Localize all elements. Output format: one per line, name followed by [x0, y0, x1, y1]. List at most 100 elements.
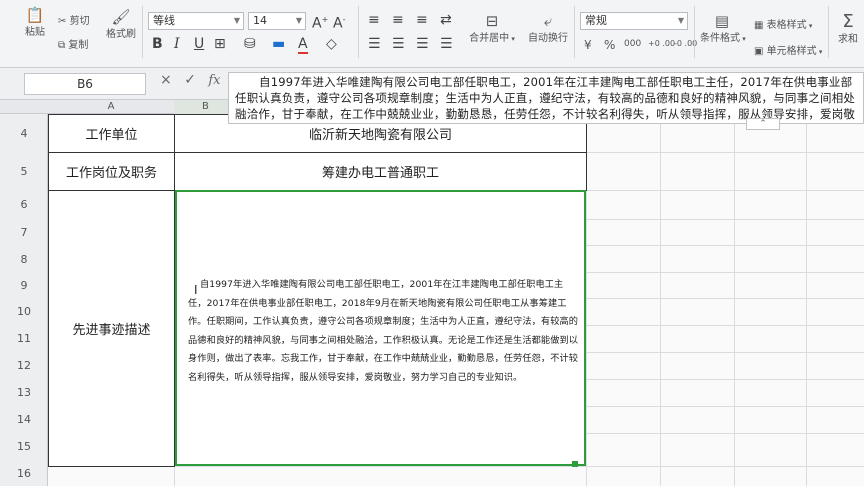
table-style-icon: ▦: [754, 20, 764, 31]
paste-icon: 📋: [25, 6, 45, 24]
scissors-icon: ✂: [58, 16, 67, 27]
paste-button[interactable]: 📋 粘贴: [22, 6, 48, 39]
column-header-b[interactable]: B: [174, 100, 234, 114]
row-header-7[interactable]: 7: [0, 226, 48, 239]
text-direction-icon: ⇄: [440, 12, 452, 28]
divider: [358, 6, 359, 58]
cell-a5[interactable]: 工作岗位及职务: [48, 152, 175, 191]
paint-bucket-icon: ⛁: [244, 36, 256, 52]
align-right-icon: ☰: [416, 36, 429, 52]
merge-center-button[interactable]: ⊟ 合并居中 ▾: [466, 12, 518, 45]
align-top-icon: ≡: [368, 12, 380, 28]
gridline: [660, 114, 661, 486]
conditional-format-icon: ▤: [714, 12, 730, 30]
justify-icon: ☰: [440, 36, 453, 52]
align-middle-button[interactable]: ≡: [392, 12, 404, 28]
font-shrink-button[interactable]: A-: [333, 12, 345, 32]
align-top-button[interactable]: ≡: [368, 12, 380, 28]
row-header-4[interactable]: 4: [0, 127, 48, 140]
align-center-button[interactable]: ☰: [392, 36, 405, 52]
fill-color-button[interactable]: ⛁: [244, 36, 256, 52]
align-right-button[interactable]: ☰: [416, 36, 429, 52]
divider: [828, 6, 829, 58]
row-header-9[interactable]: 9: [0, 279, 48, 292]
divider: [142, 6, 143, 58]
formula-buttons: × ✓ fx: [160, 72, 221, 88]
copy-icon: ⧉: [58, 40, 66, 51]
number-format-select[interactable]: 常规 ▼: [580, 12, 688, 30]
format-painter-button[interactable]: 🖌 格式刷: [104, 8, 138, 41]
confirm-icon[interactable]: ✓: [184, 72, 196, 88]
row-header-5[interactable]: 5: [0, 165, 48, 178]
name-box[interactable]: B6: [24, 73, 146, 95]
row-header-13[interactable]: 13: [0, 386, 48, 399]
align-bottom-icon: ≡: [416, 12, 428, 28]
cell-style-button[interactable]: ▣ 单元格样式 ▾: [754, 42, 822, 57]
font-name-select[interactable]: 等线 ▼: [148, 12, 244, 30]
italic-button[interactable]: I: [174, 36, 180, 52]
chevron-down-icon: ▼: [295, 16, 302, 25]
currency-button[interactable]: ¥: [584, 38, 592, 52]
row-header-10[interactable]: 10: [0, 305, 48, 318]
border-icon: ⊞: [214, 36, 226, 52]
underline-button[interactable]: U: [194, 36, 204, 52]
column-header-a[interactable]: A: [48, 100, 174, 114]
ribbon-toolbar: 📋 粘贴 ✂ 剪切 ⧉ 复制 🖌 格式刷 等线 ▼ 14 ▼ A+ A- B I U…: [0, 0, 864, 68]
text-cursor-icon: I: [194, 283, 198, 297]
cell-style-icon: ▣: [754, 46, 764, 57]
bold-button[interactable]: B: [152, 36, 163, 52]
copy-button[interactable]: ⧉ 复制: [58, 36, 88, 51]
chevron-up-icon: ⌃: [759, 119, 767, 129]
cell-b6-content: 自1997年进入华唯建陶有限公司电工部任职电工，2001年在江丰建陶电工部任职电…: [188, 279, 579, 383]
chevron-down-icon: ▼: [233, 16, 240, 25]
border-button[interactable]: ⊞: [214, 36, 226, 52]
cell-b5[interactable]: 筹建办电工普通职工: [174, 152, 587, 191]
conditional-format-button[interactable]: ▤ 条件格式 ▾: [700, 12, 746, 45]
row-header-16[interactable]: 16: [0, 467, 48, 480]
table-style-button[interactable]: ▦ 表格样式 ▾: [754, 16, 812, 31]
sum-button[interactable]: Σ 求和: [834, 11, 862, 46]
fill-handle[interactable]: [572, 461, 578, 467]
fill-color-swatch[interactable]: ▬: [272, 36, 285, 52]
sigma-icon: Σ: [842, 11, 854, 32]
justify-button[interactable]: ☰: [440, 36, 453, 52]
row-header-11[interactable]: 11: [0, 332, 48, 345]
font-color-icon: A: [298, 36, 308, 54]
text-direction-button[interactable]: ⇄: [440, 12, 452, 28]
font-size-select[interactable]: 14 ▼: [248, 12, 306, 30]
eraser-icon: ◇: [326, 36, 337, 52]
align-center-icon: ☰: [392, 36, 405, 52]
align-left-icon: ☰: [368, 36, 381, 52]
align-middle-icon: ≡: [392, 12, 404, 28]
font-grow-button[interactable]: A+: [312, 12, 328, 32]
paste-label: 粘贴: [25, 27, 45, 38]
cell-a6[interactable]: 先进事迹描述: [48, 190, 175, 467]
gridline: [734, 114, 735, 486]
expand-formula-button[interactable]: ⌃: [746, 118, 780, 130]
wrap-text-icon: ⤶: [543, 12, 553, 30]
cell-a4[interactable]: 工作单位: [48, 114, 175, 153]
align-bottom-button[interactable]: ≡: [416, 12, 428, 28]
divider: [694, 6, 695, 58]
gridline: [806, 114, 807, 486]
row-header-12[interactable]: 12: [0, 359, 48, 372]
font-color-button[interactable]: A: [298, 36, 308, 54]
increase-decimal-button[interactable]: +0 .00: [648, 39, 675, 48]
merge-cells-icon: ⊟: [485, 12, 499, 30]
percent-button[interactable]: %: [604, 38, 615, 52]
fx-icon[interactable]: fx: [208, 73, 220, 88]
row-header-6[interactable]: 6: [0, 198, 48, 211]
thousands-button[interactable]: 000: [624, 39, 641, 49]
divider: [574, 6, 575, 58]
brush-icon: 🖌: [111, 8, 131, 26]
wrap-text-button[interactable]: ⤶ 自动换行: [524, 12, 572, 45]
row-header-15[interactable]: 15: [0, 440, 48, 453]
cancel-icon[interactable]: ×: [160, 72, 172, 88]
cut-button[interactable]: ✂ 剪切: [58, 12, 90, 27]
formula-input[interactable]: 自1997年进入华唯建陶有限公司电工部任职电工，2001年在江丰建陶电工部任职电…: [228, 72, 864, 124]
row-header-8[interactable]: 8: [0, 253, 48, 266]
chevron-down-icon: ▼: [677, 16, 684, 25]
align-left-button[interactable]: ☰: [368, 36, 381, 52]
row-header-14[interactable]: 14: [0, 413, 48, 426]
clear-format-button[interactable]: ◇: [326, 36, 337, 52]
